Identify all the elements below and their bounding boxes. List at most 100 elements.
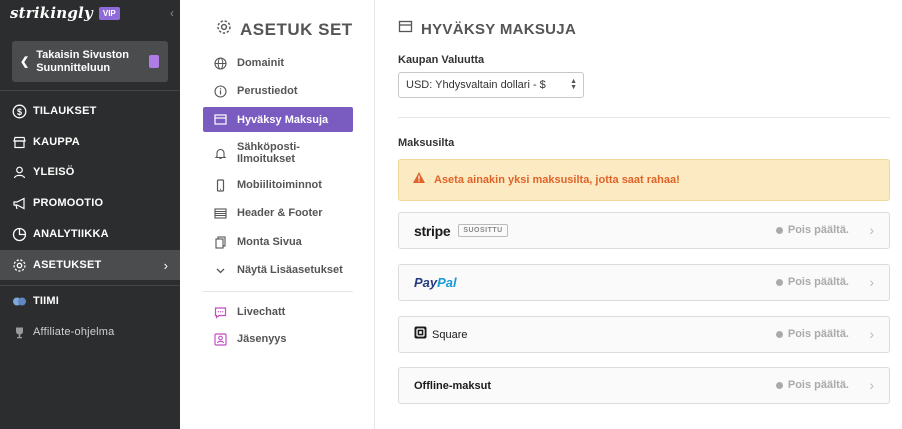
settings-item-label: Hyväksy Maksuja bbox=[237, 113, 329, 126]
sidebar-item-team[interactable]: TIIMI bbox=[0, 286, 180, 316]
dollar-icon: $ bbox=[12, 104, 27, 119]
gateway-stripe[interactable]: stripe SUOSITTU Pois päältä. › bbox=[398, 212, 890, 249]
info-icon bbox=[213, 84, 227, 98]
stripe-logo: stripe bbox=[414, 222, 451, 239]
gateway-warning-banner: Aseta ainakin yksi maksusilta, jotta saa… bbox=[398, 159, 890, 201]
settings-item-basic-info[interactable]: Perustiedot bbox=[203, 81, 353, 101]
chevron-right-icon: › bbox=[869, 222, 874, 238]
settings-item-label: Sähköposti-Ilmoitukset bbox=[237, 141, 300, 165]
sidebar-item-promotion[interactable]: PROMOOTIO bbox=[0, 188, 180, 218]
settings-item-label: Perustiedot bbox=[237, 85, 298, 97]
chat-icon bbox=[213, 305, 227, 319]
gateway-offline[interactable]: Offline-maksut Pois päältä. › bbox=[398, 367, 890, 404]
settings-title-row: ASETUK SET bbox=[216, 19, 353, 40]
sidebar-item-label: KAUPPA bbox=[33, 136, 80, 148]
header-footer-icon bbox=[213, 206, 227, 220]
warning-text: Aseta ainakin yksi maksusilta, jotta saa… bbox=[434, 174, 680, 186]
square-logo-text: Square bbox=[432, 328, 468, 341]
sidebar-divider bbox=[0, 90, 180, 91]
panel-title: HYVÄKSY MAKSUJA bbox=[421, 20, 577, 38]
settings-item-label: Domainit bbox=[237, 57, 285, 69]
status-dot-icon bbox=[775, 278, 783, 286]
strikingly-logo[interactable]: strikingly bbox=[10, 4, 93, 22]
payment-card-icon bbox=[398, 19, 413, 39]
sidebar-item-affiliate[interactable]: Affiliate-ohjelma bbox=[0, 317, 180, 347]
back-to-editor-label: Takaisin Sivuston Suunnitteluun bbox=[36, 48, 129, 74]
recommended-badge: SUOSITTU bbox=[458, 224, 508, 237]
site-icon bbox=[149, 55, 159, 68]
status-dot-icon bbox=[775, 381, 783, 389]
select-arrows-icon: ▲ ▼ bbox=[570, 78, 577, 91]
settings-item-domains[interactable]: Domainit bbox=[203, 53, 353, 73]
gateway-paypal[interactable]: PayPal Pois päältä. › bbox=[398, 264, 890, 301]
sidebar-item-store[interactable]: KAUPPA bbox=[0, 127, 180, 157]
sidebar-item-label: ASETUKSET bbox=[33, 259, 102, 271]
status-dot-icon bbox=[775, 330, 783, 338]
sidebar-item-label: PROMOOTIO bbox=[33, 197, 104, 209]
sidebar-item-orders[interactable]: $ TILAUKSET bbox=[0, 96, 180, 126]
gear-icon bbox=[12, 258, 27, 273]
chevron-right-icon: › bbox=[869, 326, 874, 342]
offline-payments-label: Offline-maksut bbox=[414, 379, 492, 392]
settings-item-label: Header & Footer bbox=[237, 207, 323, 219]
svg-text:$: $ bbox=[17, 107, 22, 117]
trophy-icon bbox=[12, 325, 27, 340]
mobile-icon bbox=[213, 178, 227, 192]
sidebar-item-analytics[interactable]: ANALYTIIKKA bbox=[0, 219, 180, 249]
settings-item-mobile[interactable]: Mobiilitoiminnot bbox=[203, 175, 353, 195]
panel-title-row: HYVÄKSY MAKSUJA bbox=[398, 19, 576, 39]
pie-chart-icon bbox=[12, 227, 27, 242]
collapse-sidebar-icon[interactable]: ‹ bbox=[170, 6, 174, 20]
gateway-status: Pois päältä. bbox=[775, 328, 849, 340]
settings-title: ASETUK SET bbox=[240, 19, 353, 39]
paypal-logo-part1: Pay bbox=[414, 275, 438, 290]
sidebar-item-label: ANALYTIIKKA bbox=[33, 228, 109, 240]
status-dot-icon bbox=[775, 226, 783, 234]
sidebar-item-audience[interactable]: YLEISÖ bbox=[0, 157, 180, 187]
warning-icon bbox=[412, 171, 426, 189]
sidebar-item-label: Affiliate-ohjelma bbox=[33, 326, 115, 338]
accept-payments-panel: HYVÄKSY MAKSUJA Kaupan Valuutta USD: Yhd… bbox=[398, 0, 890, 429]
settings-menu: ASETUK SET Domainit Perustiedot Hyväksy … bbox=[180, 0, 375, 429]
payment-card-icon bbox=[213, 113, 227, 127]
settings-item-label: Mobiilitoiminnot bbox=[237, 179, 322, 191]
settings-item-email-notifications[interactable]: Sähköposti-Ilmoitukset bbox=[203, 140, 353, 166]
gateway-status: Pois päältä. bbox=[775, 276, 849, 288]
chevron-right-icon: › bbox=[163, 257, 168, 273]
main-sidebar: strikingly VIP ‹ ❮ Takaisin Sivuston Suu… bbox=[0, 0, 180, 429]
paypal-logo: PayPal bbox=[414, 275, 457, 290]
gateway-status: Pois päältä. bbox=[775, 224, 849, 236]
gateway-status-text: Pois päältä. bbox=[787, 379, 849, 391]
currency-label: Kaupan Valuutta bbox=[398, 54, 485, 66]
pages-icon bbox=[213, 235, 227, 249]
section-divider bbox=[398, 117, 890, 118]
sidebar-item-label: TIIMI bbox=[33, 295, 60, 307]
sidebar-item-settings[interactable]: ASETUKSET › bbox=[0, 250, 180, 280]
chevron-right-icon: › bbox=[869, 377, 874, 393]
paypal-logo-part2: Pal bbox=[437, 275, 457, 290]
settings-item-livechat[interactable]: Livechatt bbox=[203, 302, 353, 322]
gateway-status-text: Pois päältä. bbox=[787, 328, 849, 340]
settings-item-accept-payments[interactable]: Hyväksy Maksuja bbox=[203, 107, 353, 132]
brand-row: strikingly VIP ‹ bbox=[10, 0, 180, 26]
member-icon bbox=[213, 332, 227, 346]
gateway-square[interactable]: Square Pois päältä. › bbox=[398, 316, 890, 353]
currency-selected-value: USD: Yhdysvaltain dollari - $ bbox=[406, 79, 546, 91]
settings-item-label: Monta Sivua bbox=[237, 236, 302, 248]
sidebar-item-label: TILAUKSET bbox=[33, 105, 97, 117]
square-logo-icon bbox=[414, 326, 427, 344]
vip-badge: VIP bbox=[98, 6, 120, 20]
gateways-title: Maksusilta bbox=[398, 137, 455, 149]
store-icon bbox=[12, 135, 27, 150]
settings-item-multiple-pages[interactable]: Monta Sivua bbox=[203, 232, 353, 252]
megaphone-icon bbox=[12, 196, 27, 211]
settings-item-label: Jäsenyys bbox=[237, 333, 287, 345]
settings-divider bbox=[203, 291, 353, 292]
back-to-editor-button[interactable]: ❮ Takaisin Sivuston Suunnitteluun bbox=[12, 41, 168, 82]
settings-item-header-footer[interactable]: Header & Footer bbox=[203, 203, 353, 223]
currency-select[interactable]: USD: Yhdysvaltain dollari - $ ▲ ▼ bbox=[398, 72, 584, 98]
settings-item-label: Livechatt bbox=[237, 306, 286, 318]
settings-item-membership[interactable]: Jäsenyys bbox=[203, 329, 353, 349]
settings-item-show-more[interactable]: Näytä Lisäasetukset bbox=[203, 260, 353, 280]
gateway-status: Pois päältä. bbox=[775, 379, 849, 391]
